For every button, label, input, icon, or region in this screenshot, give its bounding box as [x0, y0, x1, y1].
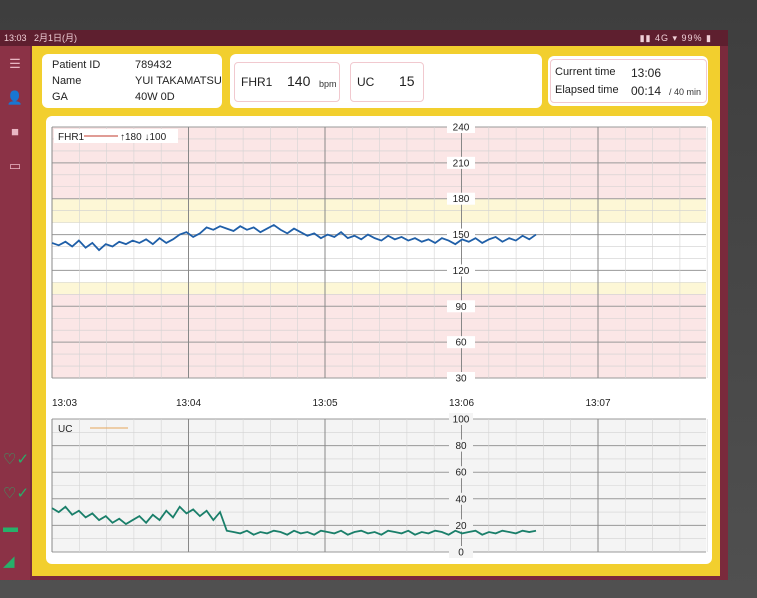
uc-y-tick: 100	[453, 415, 470, 426]
heart-check-icon: ♡✓	[3, 451, 30, 468]
folder-icon[interactable]: ▭	[6, 158, 24, 174]
vitals-card: FHR1 140 bpm UC 15	[230, 54, 542, 108]
uc-y-tick: 0	[458, 548, 464, 559]
time-box: Current time 13:06 Elapsed time 00:14 / …	[550, 59, 707, 103]
fhr-y-tick: 210	[453, 158, 470, 169]
fhr-legend-label: FHR1	[58, 132, 85, 143]
fhr-box: FHR1 140 bpm	[234, 62, 340, 102]
uc-y-tick: 60	[455, 468, 467, 479]
fhr-y-tick: 180	[453, 194, 470, 205]
signal-icon: ◢	[3, 553, 15, 570]
heart-check-icon: ♡✓	[3, 485, 30, 502]
uc-box: UC 15	[350, 62, 424, 102]
monitor-panel: Patient ID 789432 Name YUI TAKAMATSU GA …	[32, 46, 720, 576]
patient-card: Patient ID 789432 Name YUI TAKAMATSU GA …	[42, 54, 222, 108]
time-x-tick: 13:05	[312, 398, 337, 409]
status-bar: 13:03 2月1日(月) ▮▮ 4G ▾ 99% ▮	[0, 30, 728, 46]
uc-value: 15	[399, 73, 415, 89]
fhr-y-tick: 90	[455, 302, 467, 313]
fhr-label: FHR1	[241, 75, 273, 89]
fhr-legend-limits: ↑180 ↓100	[120, 132, 167, 143]
patient-name-value: YUI TAKAMATSU	[135, 75, 222, 87]
elapsed-total: / 40 min	[669, 87, 702, 97]
time-card: Current time 13:06 Elapsed time 00:14 / …	[548, 56, 708, 106]
ga-label: GA	[52, 91, 68, 103]
time-x-tick: 13:04	[176, 398, 201, 409]
elapsed-time-label: Elapsed time	[555, 84, 619, 96]
side-rail: ☰ 👤 ■ ▭ ♡✓ ♡✓ ▬ ◢	[0, 46, 30, 580]
patient-name-label: Name	[52, 75, 82, 87]
person-add-icon[interactable]: 👤	[6, 90, 24, 106]
patient-id-value: 789432	[135, 59, 172, 71]
uc-chart-grid	[51, 418, 708, 553]
current-time-value: 13:06	[631, 66, 662, 80]
current-time-label: Current time	[555, 66, 616, 78]
fhr-y-tick: 240	[453, 123, 470, 134]
stop-icon[interactable]: ■	[6, 124, 24, 140]
fhr-y-tick: 120	[453, 266, 470, 277]
uc-label: UC	[357, 75, 375, 89]
time-x-tick: 13:07	[585, 398, 610, 409]
fhr-y-tick: 30	[455, 374, 467, 385]
status-indicators: ▮▮ 4G ▾ 99% ▮	[639, 33, 712, 43]
menu-icon[interactable]: ☰	[6, 56, 24, 72]
time-x-tick: 13:03	[52, 398, 77, 409]
ga-value: 40W 0D	[135, 91, 175, 103]
fhr-unit: bpm	[319, 79, 337, 89]
elapsed-time-value: 00:14	[631, 84, 662, 98]
status-time: 13:03	[4, 33, 27, 43]
patient-id-label: Patient ID	[52, 59, 101, 71]
fhr-y-tick: 60	[455, 338, 467, 349]
uc-y-tick: 80	[455, 441, 467, 452]
fhr-chart-background	[52, 127, 706, 378]
time-x-tick: 13:06	[449, 398, 474, 409]
ctg-charts: 24021018015012090603010080604020013:03 13…	[51, 121, 708, 559]
uc-y-tick: 20	[455, 521, 467, 532]
fhr-warn-band-low	[52, 282, 706, 295]
fhr-danger-band-low	[52, 294, 706, 378]
uc-y-tick: 40	[455, 494, 467, 505]
charts-card: 240 210 180 150 120 90 60 30 100 80 60 40 20 0 13:03 13…	[46, 116, 712, 564]
battery-icon: ▬	[3, 519, 18, 536]
status-date: 2月1日(月)	[34, 33, 78, 43]
fhr-value: 140	[287, 73, 311, 89]
uc-legend-label: UC	[58, 424, 72, 435]
